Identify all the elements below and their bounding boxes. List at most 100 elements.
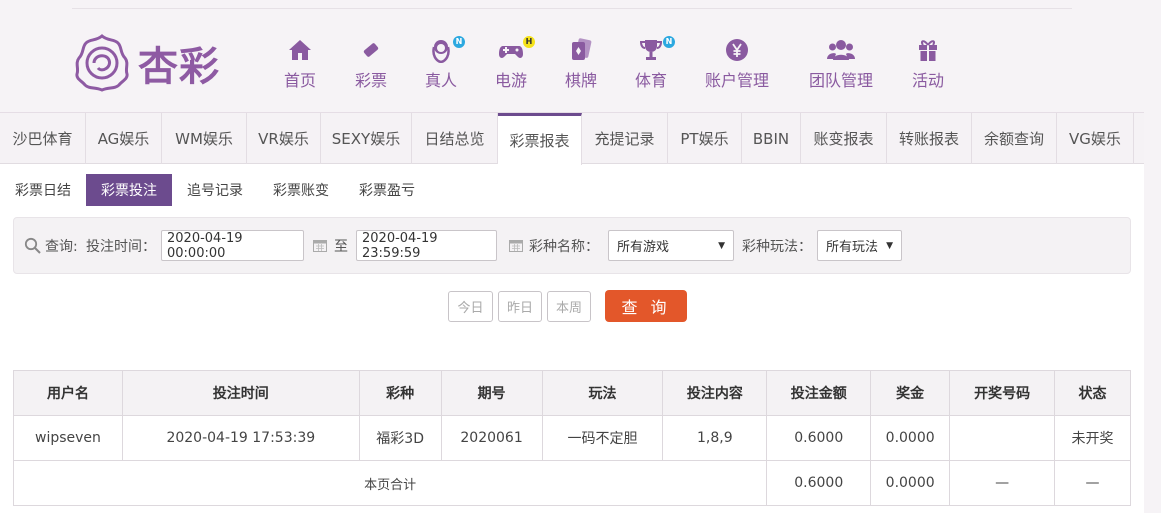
play-type-label: 彩种玩法： — [742, 239, 812, 255]
nav-label: 棋牌 — [565, 71, 598, 90]
tab-balance-change[interactable]: 账变报表 — [801, 113, 887, 164]
nav-live-casino[interactable]: N 真人 — [425, 36, 465, 91]
report-tabs: 沙巴体育 AG娱乐 WM娱乐 VR娱乐 SEXY娱乐 日结总览 彩票报表 充提记… — [0, 113, 1144, 165]
nav-label: 体育 — [635, 71, 668, 90]
lottery-name-label: 彩种名称： — [529, 239, 599, 255]
summary-label: 本页合计 — [12, 460, 768, 506]
team-icon — [827, 36, 855, 64]
to-label: 至 — [334, 239, 348, 255]
calendar-icon[interactable] — [509, 239, 523, 252]
badge-new: N — [453, 36, 465, 48]
tab-deposit-withdraw[interactable]: 充提记录 — [582, 113, 668, 164]
cell-bet-content: 1,8,9 — [662, 415, 768, 461]
nav-sports[interactable]: N 体育 — [635, 36, 675, 91]
column-header: 彩种 — [358, 370, 442, 416]
summary-bonus: 0.0000 — [870, 460, 951, 506]
summary-amount: 0.6000 — [766, 460, 872, 506]
nav-chess-cards[interactable]: 棋牌 — [565, 36, 597, 91]
logo-emblem-icon — [75, 34, 129, 92]
cell-draw-number — [949, 415, 1056, 461]
nav-label: 首页 — [284, 71, 317, 90]
nav-promotions[interactable]: 活动 — [912, 36, 944, 91]
gift-icon — [914, 36, 942, 64]
nav-slots[interactable]: H 电游 — [495, 36, 535, 91]
tab-saba-sports[interactable]: 沙巴体育 — [0, 113, 86, 164]
lottery-name-select[interactable]: 所有游戏 ▼ — [608, 230, 734, 261]
query-label: 查询: — [45, 239, 78, 255]
lottery-name-value: 所有游戏 — [617, 240, 670, 255]
tab-balance-query[interactable]: 余额查询 — [972, 113, 1057, 164]
column-header: 期号 — [440, 370, 543, 416]
cards-icon — [567, 36, 595, 64]
column-header: 状态 — [1054, 370, 1131, 416]
yen-icon — [723, 36, 751, 64]
brand-name: 杏彩 — [138, 44, 220, 90]
dropdown-arrow-icon: ▼ — [886, 240, 893, 251]
nav-label: 账户管理 — [705, 71, 770, 90]
tab-daily-overview[interactable]: 日结总览 — [412, 113, 498, 164]
column-header: 投注金额 — [766, 370, 872, 416]
summary-status: — — [1054, 460, 1131, 506]
nav-home[interactable]: 首页 — [284, 36, 316, 91]
tab-lottery-report[interactable]: 彩票报表 — [498, 113, 582, 165]
badge-hot: H — [523, 36, 535, 48]
cell-status: 未开奖 — [1054, 415, 1131, 461]
nav-account[interactable]: 账户管理 — [705, 36, 769, 91]
yesterday-button[interactable]: 昨日 — [498, 291, 542, 322]
column-header: 奖金 — [870, 370, 951, 416]
badge-new: N — [663, 36, 675, 48]
calendar-icon[interactable] — [313, 239, 327, 252]
tab-sexy[interactable]: SEXY娱乐 — [321, 113, 412, 164]
nav-lottery[interactable]: 彩票 — [355, 36, 387, 91]
nav-label: 真人 — [425, 71, 458, 90]
cell-issue: 2020061 — [440, 415, 543, 461]
subtab-lottery-daily[interactable]: 彩票日结 — [0, 174, 86, 206]
tab-wm[interactable]: WM娱乐 — [162, 113, 247, 164]
brand-logo[interactable]: 杏彩 — [72, 33, 220, 93]
summary-row: 本页合计 0.6000 0.0000 — — — [12, 460, 1131, 506]
gamepad-icon: H — [497, 36, 535, 64]
bet-time-label: 投注时间： — [86, 239, 156, 255]
cell-bonus: 0.0000 — [870, 415, 951, 461]
start-date-input[interactable]: 2020-04-19 00:00:00 — [161, 230, 304, 261]
dealer-icon: N — [427, 36, 465, 64]
home-icon — [286, 36, 314, 64]
subtab-lottery-transactions[interactable]: 彩票账变 — [258, 174, 344, 206]
summary-draw: — — [949, 460, 1056, 506]
subtab-lottery-profit[interactable]: 彩票盈亏 — [344, 174, 430, 206]
bets-table: 用户名 投注时间 彩种 期号 玩法 投注内容 投注金额 奖金 开奖号码 状态 w… — [12, 370, 1131, 506]
tab-pt[interactable]: PT娱乐 — [668, 113, 742, 164]
end-date-input[interactable]: 2020-04-19 23:59:59 — [356, 230, 497, 261]
subtab-chase-records[interactable]: 追号记录 — [172, 174, 258, 206]
cell-username: wipseven — [13, 415, 123, 461]
column-header: 投注内容 — [662, 370, 768, 416]
ticket-icon — [357, 36, 385, 64]
nav-label: 活动 — [912, 71, 945, 90]
today-button[interactable]: 今日 — [448, 291, 493, 322]
table-row[interactable]: wipseven 2020-04-19 17:53:39 福彩3D 202006… — [13, 415, 1131, 461]
column-header: 开奖号码 — [949, 370, 1056, 416]
report-panel: 沙巴体育 AG娱乐 WM娱乐 VR娱乐 SEXY娱乐 日结总览 彩票报表 充提记… — [0, 112, 1144, 513]
column-header: 投注时间 — [121, 370, 360, 416]
dropdown-arrow-icon: ▼ — [718, 240, 725, 251]
column-header: 用户名 — [13, 370, 123, 416]
table-header-row: 用户名 投注时间 彩种 期号 玩法 投注内容 投注金额 奖金 开奖号码 状态 — [13, 370, 1131, 416]
tab-bbin[interactable]: BBIN — [742, 113, 801, 164]
query-bar: 查询: 投注时间： 2020-04-19 00:00:00 至 2020-04-… — [13, 217, 1131, 274]
site-header: 杏彩 首页 彩票 N 真人 H 电游 棋牌 N 体育 账户管理 团队管理 活动 — [0, 0, 1161, 112]
tab-transfer-report[interactable]: 转账报表 — [887, 113, 972, 164]
query-button[interactable]: 查 询 — [605, 290, 687, 322]
play-type-select[interactable]: 所有玩法 ▼ — [817, 230, 902, 261]
search-icon — [24, 237, 41, 254]
play-type-value: 所有玩法 — [826, 240, 879, 255]
cell-bet-time: 2020-04-19 17:53:39 — [121, 415, 360, 461]
nav-team[interactable]: 团队管理 — [809, 36, 873, 91]
this-week-button[interactable]: 本周 — [547, 291, 591, 322]
cell-lottery: 福彩3D — [358, 415, 442, 461]
tab-vr[interactable]: VR娱乐 — [247, 113, 321, 164]
subtab-lottery-bets[interactable]: 彩票投注 — [86, 174, 172, 206]
tab-vg[interactable]: VG娱乐 — [1057, 113, 1134, 164]
nav-label: 电游 — [495, 71, 528, 90]
tab-ag[interactable]: AG娱乐 — [86, 113, 162, 164]
report-subtabs: 彩票日结 彩票投注 追号记录 彩票账变 彩票盈亏 — [0, 174, 430, 206]
